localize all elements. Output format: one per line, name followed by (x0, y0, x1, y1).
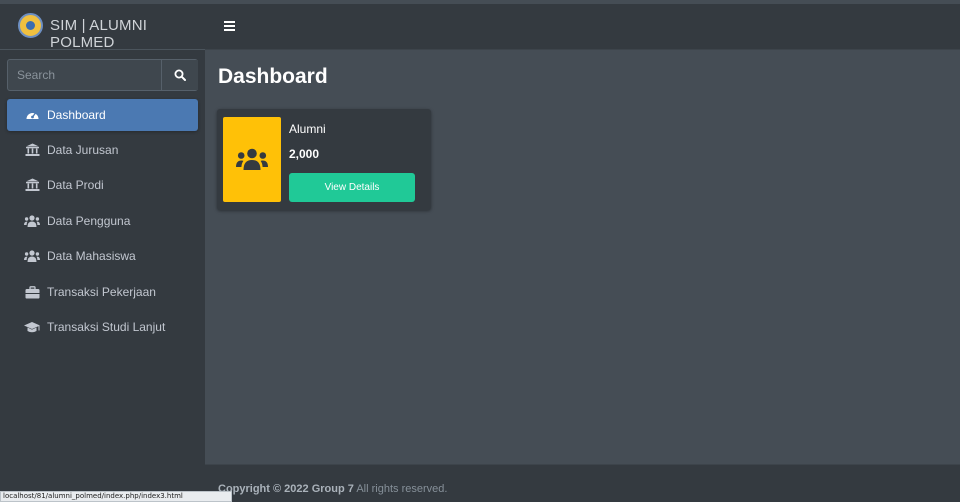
footer: Copyright © 2022 Group 7 All rights rese… (205, 464, 960, 502)
sidebar-item-label: Data Pengguna (47, 214, 131, 228)
menu-toggle-icon[interactable] (224, 21, 235, 32)
search-input[interactable] (8, 60, 161, 90)
view-details-button[interactable]: View Details (289, 173, 415, 202)
users-icon (24, 249, 40, 263)
brand-title: SIM | ALUMNI POLMED (50, 17, 148, 51)
sidebar-item-label: Dashboard (47, 108, 106, 122)
sidebar-item-label: Data Prodi (47, 178, 104, 192)
copyright-suffix: All rights reserved. (356, 483, 448, 495)
users-icon (223, 117, 281, 202)
university-icon (24, 178, 40, 192)
sidebar-item-label: Transaksi Studi Lanjut (47, 320, 166, 334)
sidebar: SIM | ALUMNI POLMED Das (0, 4, 205, 502)
users-icon (24, 214, 40, 228)
copyright-text: Copyright © 2022 Group 7 All rights rese… (218, 483, 447, 495)
graduation-cap-icon (24, 320, 40, 334)
university-icon (24, 143, 40, 157)
tachometer-icon (24, 108, 40, 122)
browser-status-url: localhost/81/alumni_polmed/index.php/ind… (0, 491, 232, 502)
brand-link[interactable]: SIM | ALUMNI POLMED (0, 4, 205, 51)
sidebar-item-data-pengguna[interactable]: Data Pengguna (7, 205, 198, 237)
page-title: Dashboard (218, 65, 328, 88)
sidebar-item-label: Data Mahasiswa (47, 249, 136, 263)
top-navbar (205, 4, 960, 50)
info-box-value: 2,000 (289, 147, 320, 161)
sidebar-search (7, 59, 198, 91)
briefcase-icon (24, 285, 40, 299)
sidebar-item-transaksi-studi-lanjut[interactable]: Transaksi Studi Lanjut (7, 311, 198, 343)
polmed-logo (18, 13, 43, 38)
info-box-title: Alumni (289, 122, 326, 136)
sidebar-item-data-mahasiswa[interactable]: Data Mahasiswa (7, 240, 198, 272)
alumni-info-box: Alumni 2,000 View Details (217, 109, 431, 210)
main-content: Dashboard Alumni 2,000 View Details (205, 50, 960, 464)
app-root: SIM | ALUMNI POLMED Das (0, 0, 960, 502)
search-icon (174, 69, 186, 81)
sidebar-item-transaksi-pekerjaan[interactable]: Transaksi Pekerjaan (7, 276, 198, 308)
sidebar-item-label: Data Jurusan (47, 143, 119, 157)
search-button[interactable] (161, 60, 198, 90)
team-link[interactable]: Group 7 (312, 483, 354, 495)
sidebar-item-label: Transaksi Pekerjaan (47, 285, 156, 299)
sidebar-item-dashboard[interactable]: Dashboard (7, 99, 198, 131)
sidebar-item-data-prodi[interactable]: Data Prodi (7, 169, 198, 201)
sidebar-item-data-jurusan[interactable]: Data Jurusan (7, 134, 198, 166)
